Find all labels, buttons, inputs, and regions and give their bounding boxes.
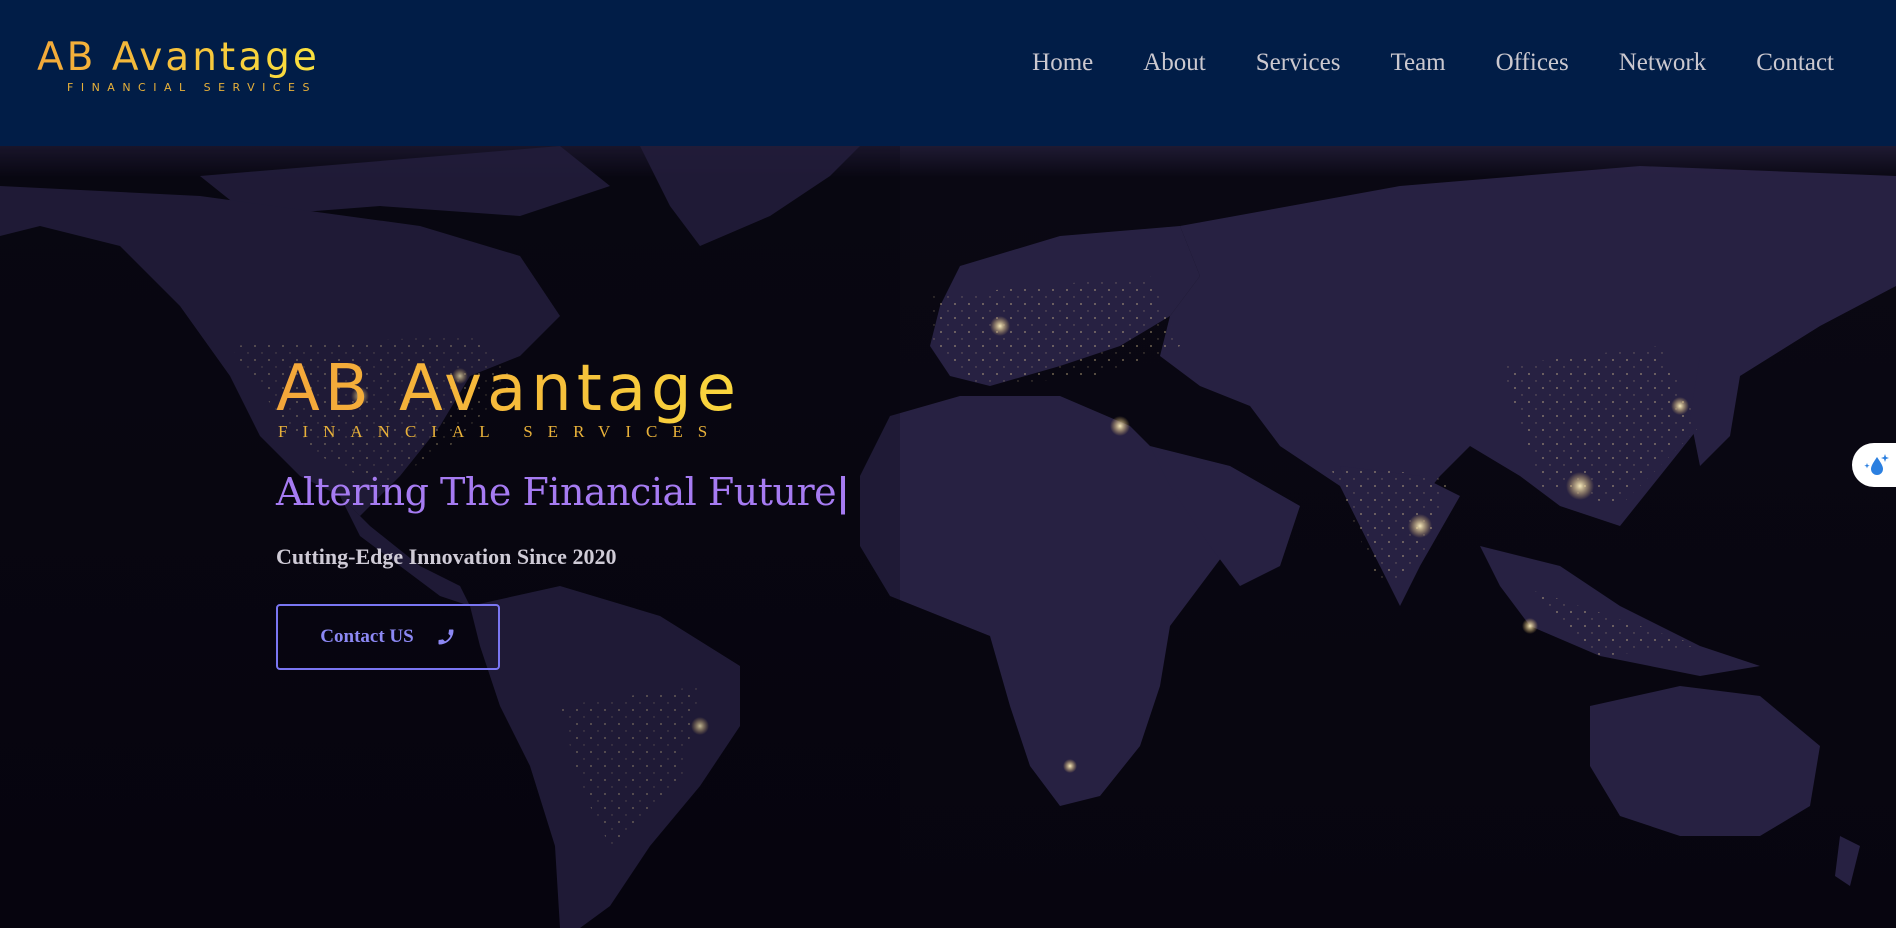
header-logo[interactable]: AB Avantage FINANCIAL SERVICES	[37, 35, 320, 95]
site-header: AB Avantage FINANCIAL SERVICES Home Abou…	[0, 0, 1896, 146]
logo-tagline: FINANCIAL SERVICES	[67, 81, 317, 94]
hero-content: AB Avantage FINANCIAL SERVICES Altering …	[276, 354, 850, 670]
nav-contact[interactable]: Contact	[1756, 46, 1834, 80]
hero-section: AB Avantage FINANCIAL SERVICES Altering …	[0, 146, 1896, 928]
floating-accessibility-widget[interactable]	[1852, 443, 1896, 487]
nav-home[interactable]: Home	[1032, 46, 1093, 80]
main-nav: Home About Services Team Offices Network…	[982, 46, 1834, 80]
nav-offices[interactable]: Offices	[1496, 46, 1569, 80]
typing-cursor: |	[836, 469, 850, 514]
contact-us-label: Contact US	[320, 626, 414, 647]
nav-about[interactable]: About	[1143, 46, 1206, 80]
nav-team[interactable]: Team	[1390, 46, 1445, 80]
nav-services[interactable]: Services	[1256, 46, 1341, 80]
hero-logo-tagline: FINANCIAL SERVICES	[278, 422, 723, 441]
hero-typed-title: Altering The Financial Future|	[276, 469, 850, 514]
phone-icon	[438, 629, 454, 645]
hero-title-text: Altering The Financial Future	[276, 470, 837, 514]
hero-subtitle: Cutting-Edge Innovation Since 2020	[276, 544, 617, 569]
hero-logo-name: AB Avantage	[276, 354, 849, 424]
nav-network[interactable]: Network	[1619, 46, 1706, 80]
water-drop-sparkle-icon	[1864, 454, 1889, 475]
logo-name: AB Avantage	[37, 35, 320, 80]
contact-us-button[interactable]: Contact US	[276, 604, 500, 670]
